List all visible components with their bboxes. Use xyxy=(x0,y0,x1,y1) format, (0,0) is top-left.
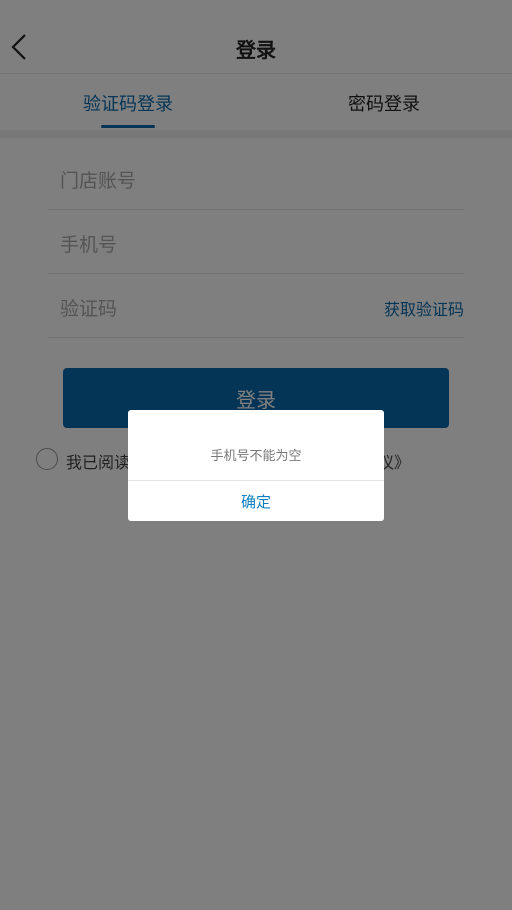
dialog-message: 手机号不能为空 xyxy=(210,449,302,464)
alert-dialog: 手机号不能为空 确定 xyxy=(128,410,384,521)
dialog-confirm-button[interactable]: 确定 xyxy=(128,481,384,521)
